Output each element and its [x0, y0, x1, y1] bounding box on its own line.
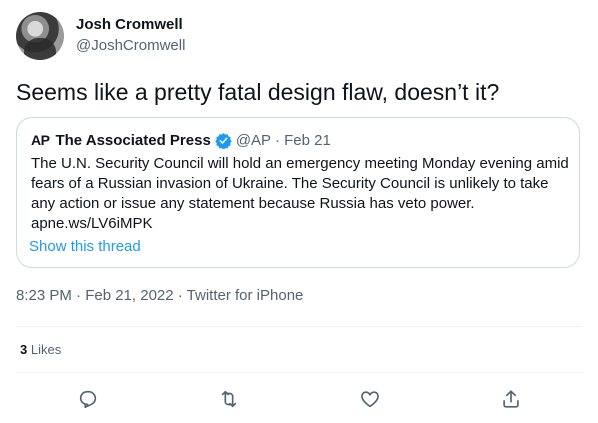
reply-icon: [79, 390, 97, 409]
share-icon: [503, 390, 519, 408]
divider: [16, 326, 582, 327]
tweet-text: Seems like a pretty fatal design flaw, d…: [16, 79, 500, 105]
quoted-tweet-header: AP The Associated Press @AP · Feb 21: [31, 130, 331, 150]
quoted-author-name: The Associated Press: [55, 131, 211, 149]
reply-button[interactable]: [77, 388, 99, 410]
share-button[interactable]: [500, 388, 522, 410]
show-thread-link[interactable]: Show this thread: [29, 238, 141, 255]
tweet-timestamp[interactable]: 8:23 PM · Feb 21, 2022 · Twitter for iPh…: [16, 287, 303, 304]
verified-badge-icon: [215, 132, 232, 149]
author-handle[interactable]: @JoshCromwell: [76, 37, 185, 54]
likes-label: Likes: [30, 342, 62, 357]
quoted-meta: @AP · Feb 21: [235, 131, 331, 149]
retweet-button[interactable]: [218, 388, 240, 410]
author-name[interactable]: Josh Cromwell: [76, 16, 183, 33]
divider: [16, 372, 582, 373]
quoted-body: The U.N. Security Council will hold an e…: [31, 155, 569, 232]
like-button[interactable]: [359, 388, 381, 410]
avatar[interactable]: [16, 12, 64, 60]
retweet-icon: [221, 390, 237, 408]
likes-stat[interactable]: 3 Likes: [20, 342, 61, 357]
ap-logo: AP: [31, 132, 50, 148]
likes-count: 3: [20, 342, 28, 357]
like-icon: [361, 391, 379, 408]
quoted-tweet[interactable]: AP The Associated Press @AP · Feb 21 The…: [16, 117, 580, 268]
